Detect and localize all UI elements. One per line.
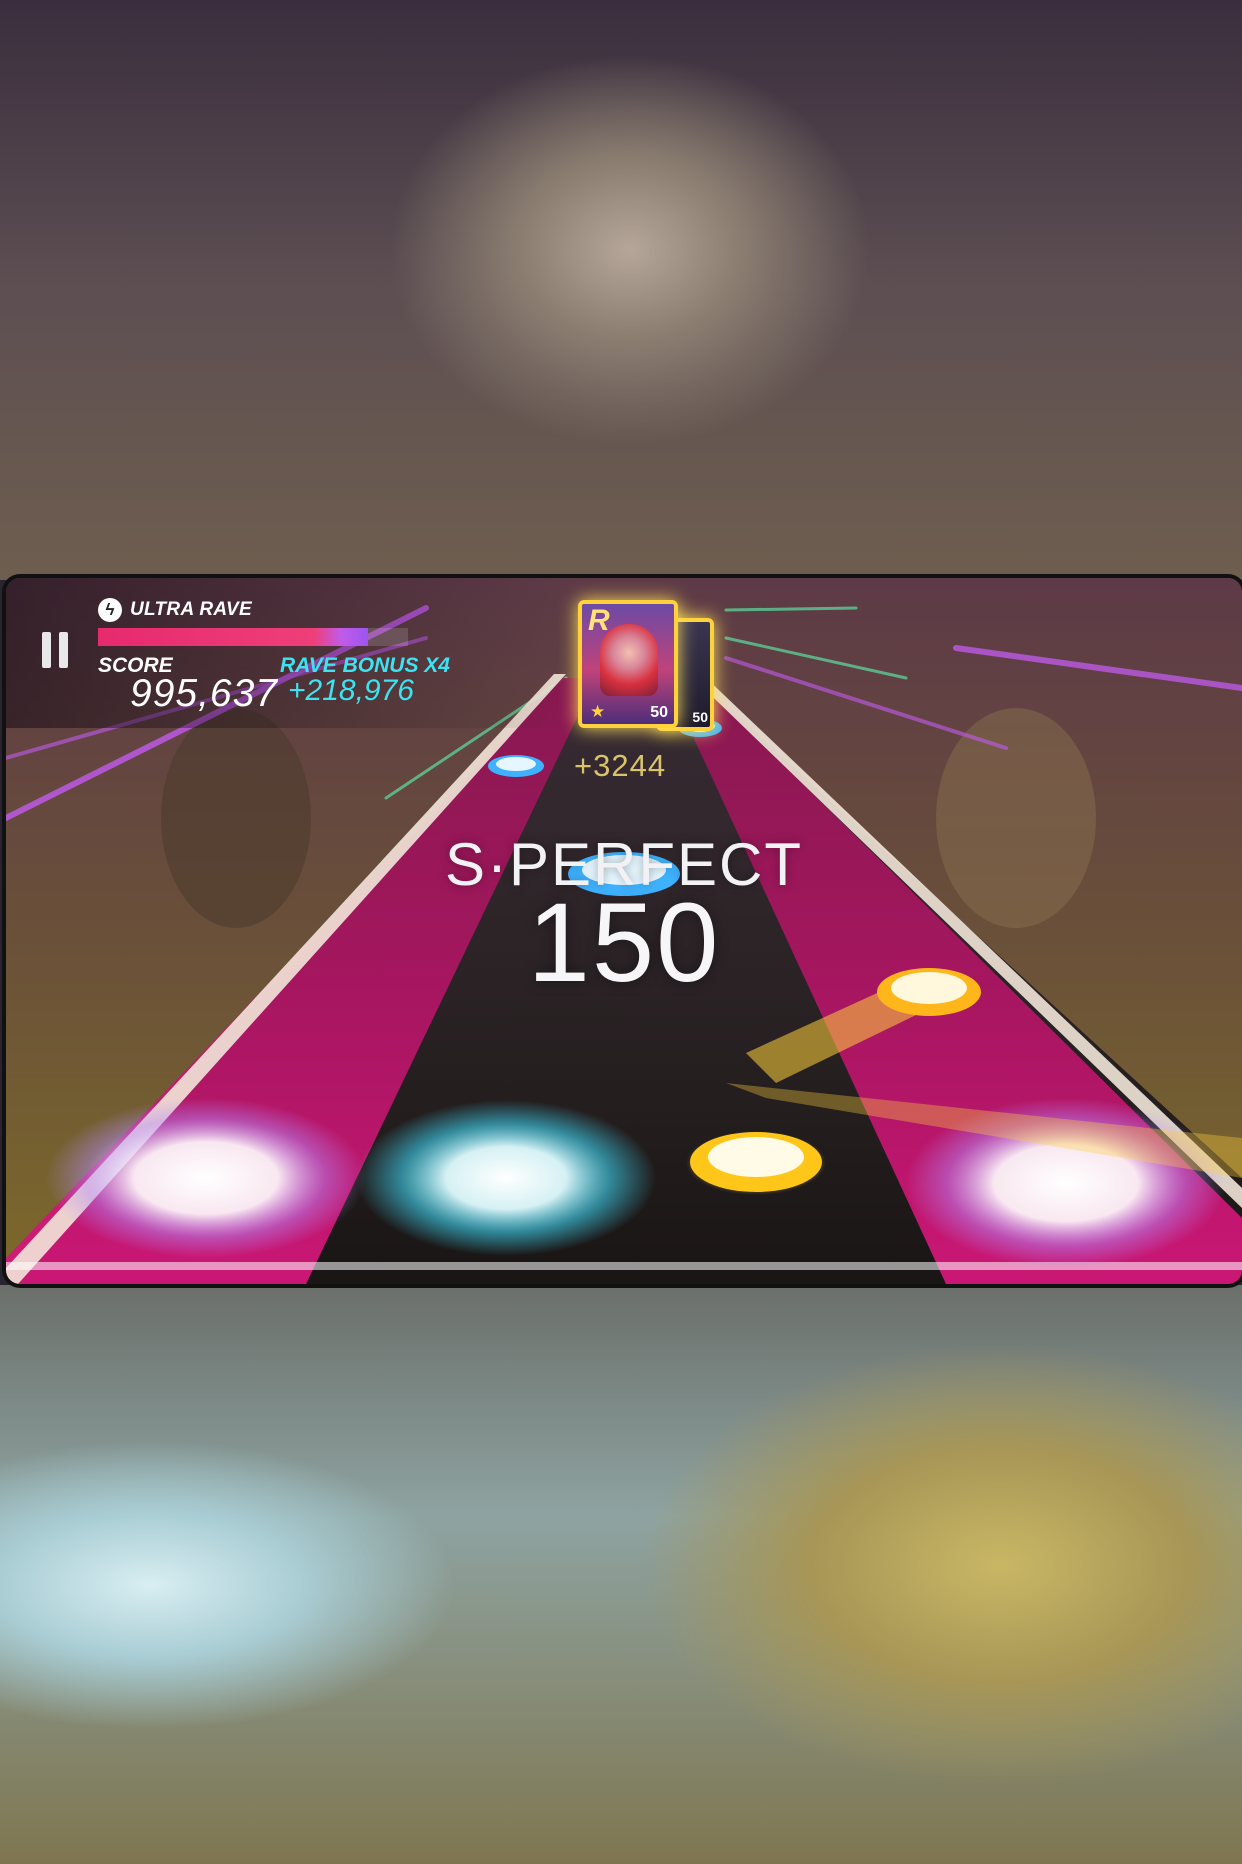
pause-button[interactable] — [42, 632, 70, 670]
star-icon: ★ — [590, 702, 606, 721]
score-value: 995,637 — [130, 672, 278, 715]
hit-effect-lane-2 — [356, 1100, 656, 1256]
rave-bonus-value: +218,976 — [288, 674, 414, 707]
card-grade: R — [588, 604, 610, 637]
hit-effect-lane-1 — [46, 1098, 366, 1258]
game-screen[interactable]: ϟ ULTRA RAVE SCORE 995,637 RAVE BONUS X4… — [6, 578, 1242, 1284]
skill-score-popup: +3244 — [574, 748, 667, 783]
member-card-active: R ★ 50 — [578, 600, 678, 728]
note-blue-far-face — [496, 757, 536, 771]
rave-mode: ϟ ULTRA RAVE — [98, 598, 252, 622]
pause-icon — [42, 632, 51, 668]
blurred-backdrop-top — [0, 0, 1242, 580]
rave-gauge — [98, 628, 408, 646]
hud-shade — [6, 578, 566, 728]
rave-gauge-fill — [98, 628, 368, 646]
mode-label: ULTRA RAVE — [130, 599, 252, 620]
card-level: 50 — [692, 709, 708, 725]
card-level: 50 — [650, 704, 668, 721]
blurred-backdrop-bottom — [0, 1285, 1242, 1864]
lightning-bolt-icon: ϟ — [98, 598, 122, 622]
combo-counter: 150 — [527, 880, 721, 1005]
